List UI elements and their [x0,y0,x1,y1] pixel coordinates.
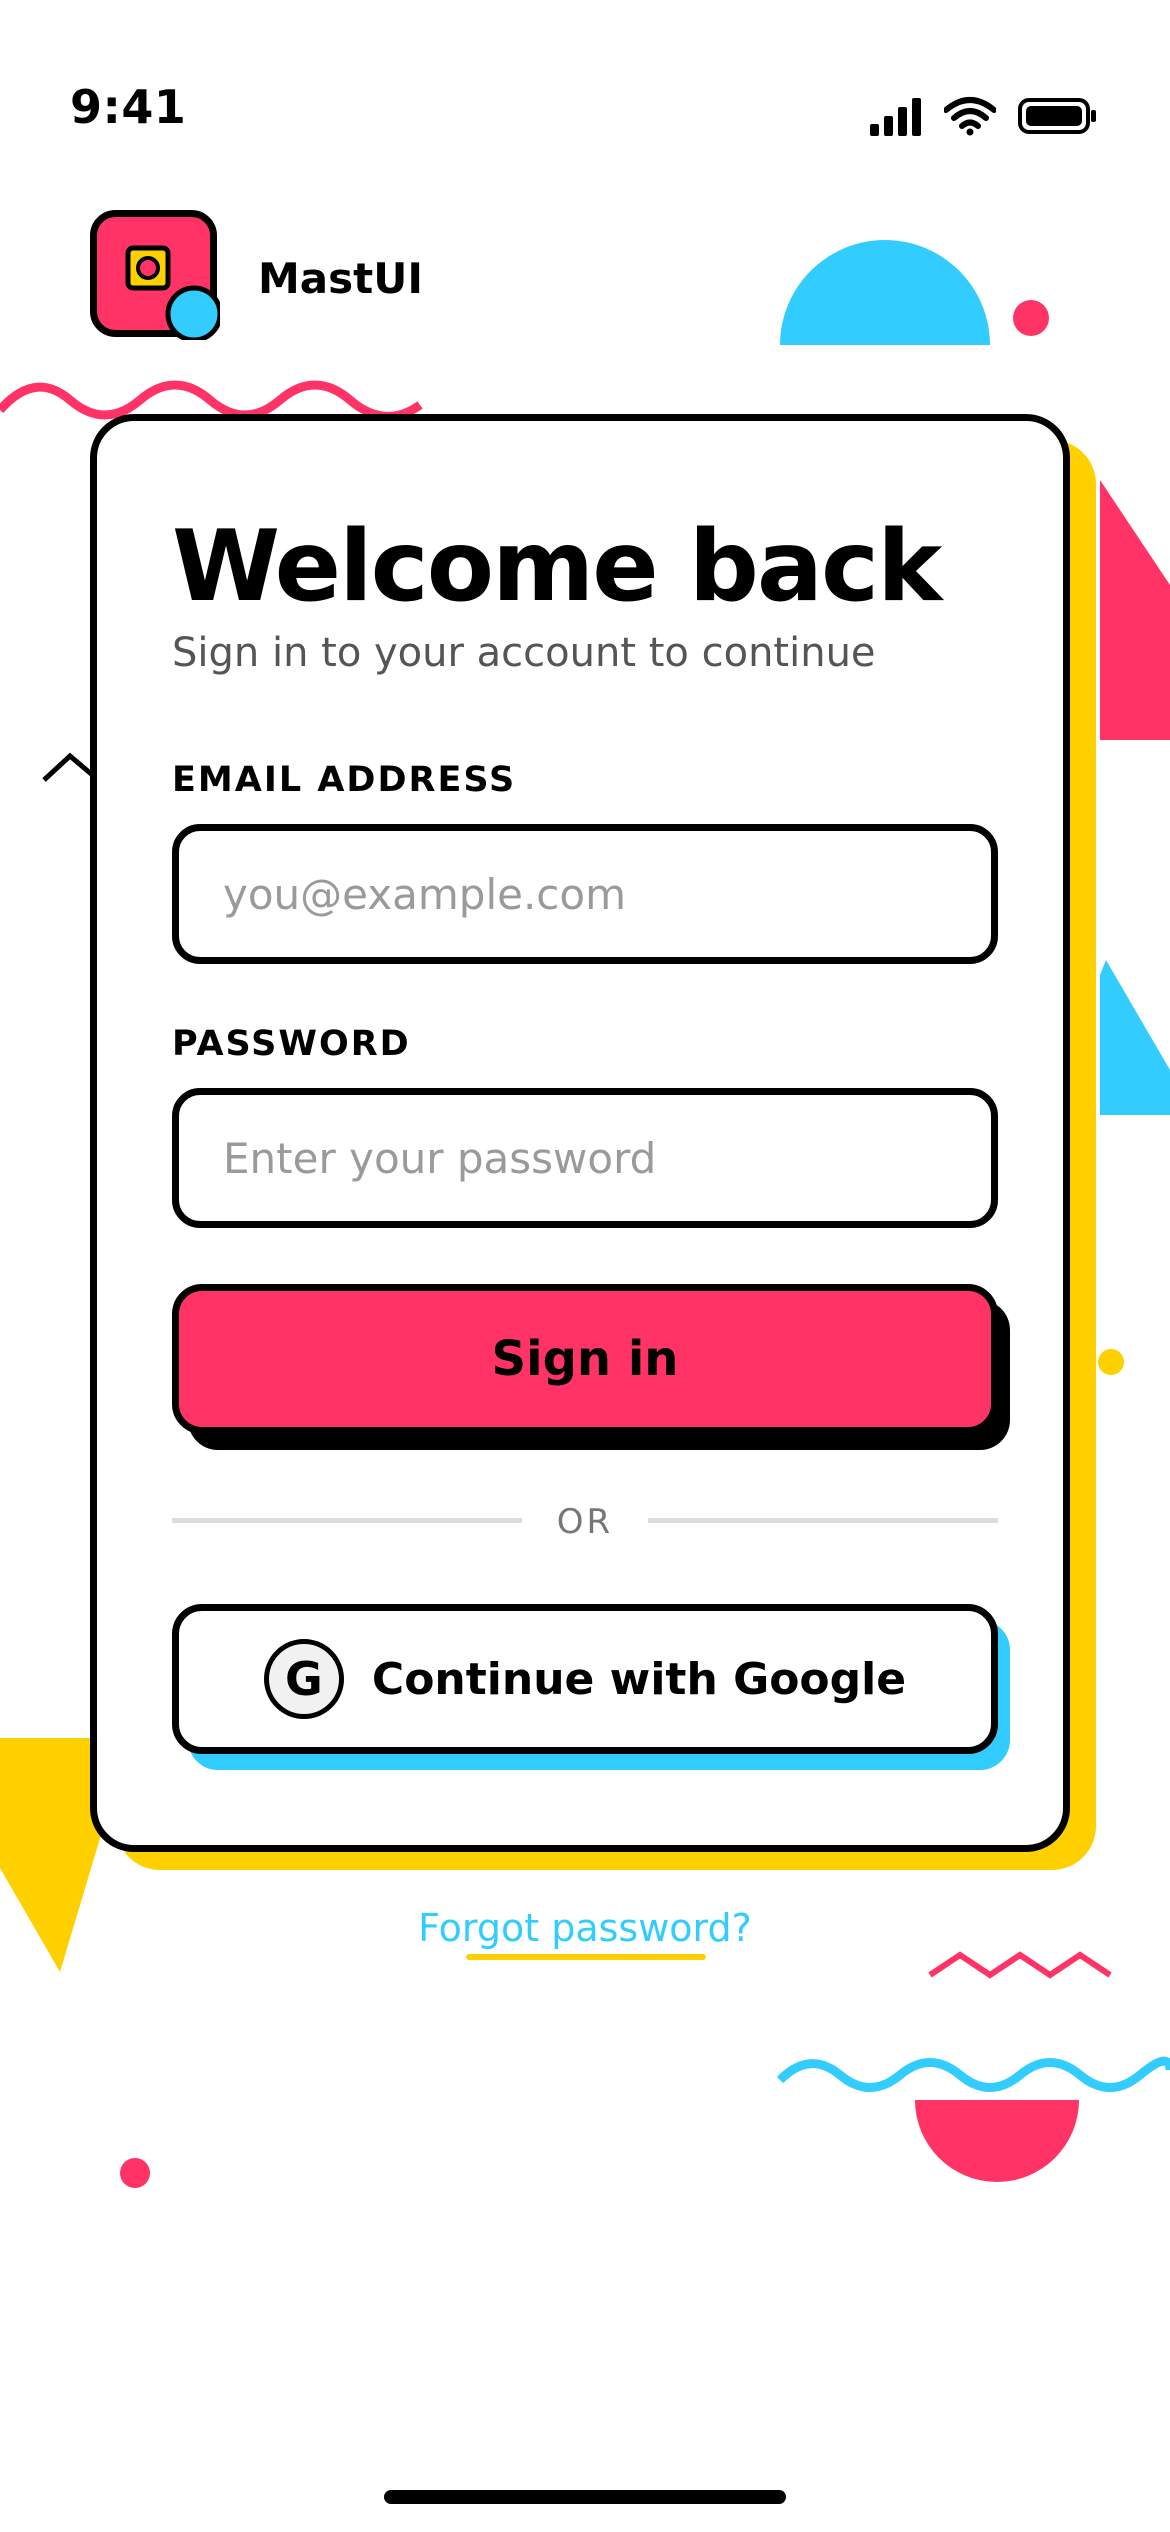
forgot-password-underline [466,1954,706,1960]
pink-zigzag-shape [928,1951,1112,1979]
email-placeholder: you@example.com [223,869,626,919]
brand-logo-icon [90,210,220,340]
email-field[interactable]: you@example.com [172,824,998,964]
password-placeholder: Enter your password [223,1133,657,1183]
page-title: Welcome back [172,510,942,624]
divider-line-right [648,1518,998,1523]
signin-button[interactable]: Sign in [172,1284,998,1434]
pink-halfcircle-shape [915,2100,1079,2182]
battery-icon [1018,98,1096,134]
divider-line-left [172,1518,522,1523]
pink-dot-shape [1013,300,1049,336]
email-label: EMAIL ADDRESS [172,760,517,800]
password-field[interactable]: Enter your password [172,1088,998,1228]
google-icon: G [263,1639,344,1719]
blue-triangle-shape [1100,960,1170,1115]
yellow-dot-shape [1098,1349,1124,1375]
signal-icon [870,98,921,136]
status-time: 9:41 [70,80,187,134]
divider-text: OR [556,1502,614,1542]
blue-semicircle-shape [780,240,990,345]
status-icons [870,96,1098,136]
wifi-icon [944,97,996,136]
black-chevron-shape [42,752,98,782]
password-label: PASSWORD [172,1024,411,1064]
page-subtitle: Sign in to your account to continue [172,630,876,676]
brand-name: MastUI [258,254,423,303]
pink-dot-small-shape [120,2158,150,2188]
home-indicator[interactable] [384,2490,786,2504]
forgot-password-link[interactable]: Forgot password? [0,1906,1170,1950]
signin-button-label: Sign in [491,1331,679,1387]
google-button-label: Continue with Google [371,1653,907,1705]
pink-triangle-shape [1100,480,1170,740]
pink-wave-shape [0,380,423,421]
blue-wave-shape [776,2056,1170,2092]
google-signin-button[interactable]: G Continue with Google [172,1604,998,1754]
